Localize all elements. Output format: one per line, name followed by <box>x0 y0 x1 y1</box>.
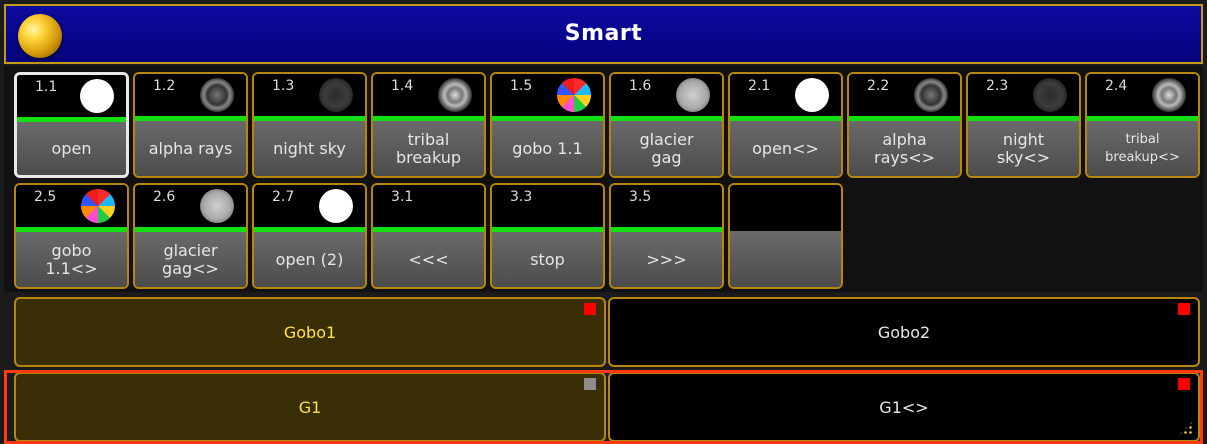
gobo-1-1-icon <box>81 189 115 223</box>
preset-cell-1-5[interactable]: 1.5 gobo 1.1 <box>490 72 605 178</box>
preset-label: tribal breakup <box>373 121 484 176</box>
night-sky-icon <box>1033 78 1067 112</box>
open-icon <box>80 79 114 113</box>
preset-number: 1.5 <box>510 78 533 94</box>
gobo1-label: Gobo1 <box>283 322 337 342</box>
preset-grid: 1.1 open 1.2 alpha rays 1.3 night sky 1.… <box>4 66 1203 292</box>
preset-label: alpha rays <box>135 121 246 176</box>
preset-number: 3.3 <box>510 189 533 205</box>
preset-cell-2-7[interactable]: 2.7 open (2) <box>252 183 367 289</box>
preset-cell-2-1[interactable]: 2.1 open<> <box>728 72 843 178</box>
preset-cell-2-5[interactable]: 2.5 gobo 1.1<> <box>14 183 129 289</box>
window-title: Smart <box>564 21 643 46</box>
preset-label: glacier gag<> <box>135 232 246 287</box>
preset-cell-2-4[interactable]: 2.4 tribal breakup<> <box>1085 72 1200 178</box>
preset-label: open<> <box>730 121 841 176</box>
preset-label: open (2) <box>254 232 365 287</box>
preset-label: tribal breakup<> <box>1087 121 1198 176</box>
preset-cell-2-6[interactable]: 2.6 glacier gag<> <box>133 183 248 289</box>
open-icon <box>795 78 829 112</box>
preset-number: 1.3 <box>272 78 295 94</box>
preset-cell-3-5[interactable]: 3.5 >>> <box>609 183 724 289</box>
open-icon <box>319 189 353 223</box>
alpha-rays-icon <box>914 78 948 112</box>
preset-number: 1.4 <box>391 78 414 94</box>
preset-cell-3-3[interactable]: 3.3 stop <box>490 183 605 289</box>
tribal-breakup-icon <box>1152 78 1186 112</box>
preset-cell-1-1[interactable]: 1.1 open <box>14 72 129 178</box>
stop-label: stop <box>492 232 603 287</box>
rate-down-label: <<< <box>373 232 484 287</box>
preset-number: 1.2 <box>153 78 176 94</box>
preset-cell-2-2[interactable]: 2.2 alpha rays<> <box>847 72 962 178</box>
g1-cycle-label: G1<> <box>879 397 929 417</box>
g1-label: G1 <box>298 397 322 417</box>
resize-grip-icon[interactable] <box>1178 420 1194 436</box>
preset-number: 1.6 <box>629 78 652 94</box>
preset-number: 2.4 <box>1105 78 1128 94</box>
glacier-gag-icon <box>200 189 234 223</box>
smart-window: Smart 1.1 open 1.2 alpha rays 1.3 night … <box>0 0 1207 444</box>
alpha-rays-icon <box>200 78 234 112</box>
gobo1-button[interactable]: Gobo1 <box>14 297 606 367</box>
title-bar: Smart <box>4 4 1203 64</box>
status-indicator <box>584 378 596 390</box>
preset-number: 3.1 <box>391 189 414 205</box>
preset-cell-1-6[interactable]: 1.6 glacier gag <box>609 72 724 178</box>
preset-number: 2.1 <box>748 78 771 94</box>
preset-label: glacier gag <box>611 121 722 176</box>
preset-number: 2.6 <box>153 189 176 205</box>
preset-number: 2.5 <box>34 189 57 205</box>
preset-cell-3-1[interactable]: 3.1 <<< <box>371 183 486 289</box>
preset-label: gobo 1.1<> <box>16 232 127 287</box>
preset-number: 2.3 <box>986 78 1009 94</box>
g1-cycle-button[interactable]: G1<> <box>608 372 1200 442</box>
status-indicator <box>584 303 596 315</box>
rate-up-label: >>> <box>611 232 722 287</box>
preset-label: night sky <box>254 121 365 176</box>
preset-cell-1-2[interactable]: 1.2 alpha rays <box>133 72 248 178</box>
preset-number: 2.7 <box>272 189 295 205</box>
gobo2-label: Gobo2 <box>877 322 931 342</box>
tribal-breakup-icon <box>438 78 472 112</box>
preset-label: night sky<> <box>968 121 1079 176</box>
night-sky-icon <box>319 78 353 112</box>
g1-button[interactable]: G1 <box>14 372 606 442</box>
preset-number: 1.1 <box>35 79 58 95</box>
preset-number: 3.5 <box>629 189 652 205</box>
glacier-gag-icon <box>676 78 710 112</box>
preset-label: open <box>17 122 126 175</box>
preset-cell-empty[interactable] <box>728 183 843 289</box>
gobo2-button[interactable]: Gobo2 <box>608 297 1200 367</box>
preset-label: alpha rays<> <box>849 121 960 176</box>
preset-cell-1-3[interactable]: 1.3 night sky <box>252 72 367 178</box>
gobo-1-1-icon <box>557 78 591 112</box>
status-indicator <box>1178 303 1190 315</box>
status-indicator <box>1178 378 1190 390</box>
preset-label: gobo 1.1 <box>492 121 603 176</box>
preset-cell-1-4[interactable]: 1.4 tribal breakup <box>371 72 486 178</box>
preset-cell-2-3[interactable]: 2.3 night sky<> <box>966 72 1081 178</box>
preset-number: 2.2 <box>867 78 890 94</box>
